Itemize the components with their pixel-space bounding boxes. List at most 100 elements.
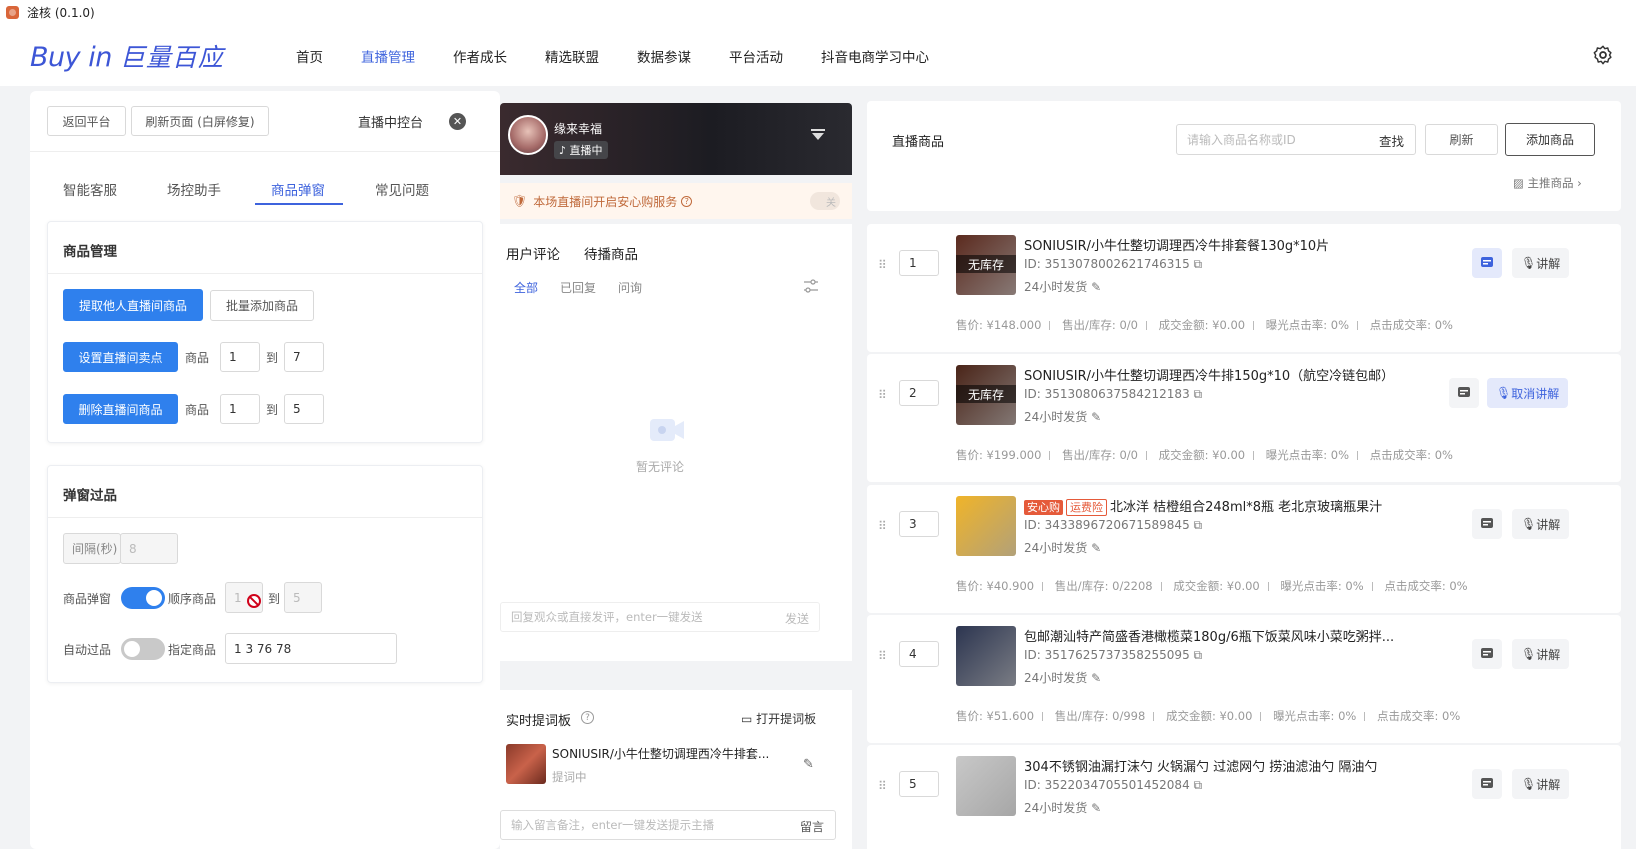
explain-button[interactable]: 🎙 讲解: [1512, 509, 1570, 539]
product-index-input[interactable]: 1: [899, 250, 939, 276]
mic-icon: 🎙: [1521, 517, 1537, 531]
help-icon[interactable]: ?: [681, 195, 693, 207]
mic-icon: 🎙: [1496, 386, 1512, 400]
product-id: ID: 3433896720671589845 ⧉: [1024, 518, 1202, 533]
dropdown-icon[interactable]: [811, 129, 825, 141]
window-title: 淦核 (0.1.0): [27, 5, 95, 20]
explain-button[interactable]: 🎙 讲解: [1512, 639, 1570, 669]
copy-icon[interactable]: ⧉: [1194, 648, 1203, 662]
open-board-button[interactable]: ▭ 打开提词板: [741, 710, 816, 727]
nav-item-alliance[interactable]: 精选联盟: [545, 46, 599, 66]
card-title: 商品管理: [63, 244, 117, 260]
mic-icon: 🎙: [1521, 647, 1537, 661]
tab-smart-service[interactable]: 智能客服: [63, 179, 117, 199]
edit-icon[interactable]: ✎: [1091, 280, 1101, 294]
cancel-explain-button[interactable]: 🎙 取消讲解: [1487, 378, 1569, 408]
search-button[interactable]: 查找: [1379, 131, 1404, 150]
edit-icon[interactable]: ✎: [1091, 801, 1101, 815]
add-product-button[interactable]: 添加商品: [1505, 123, 1595, 156]
refresh-page-button[interactable]: 刷新页面 (白屏修复): [131, 106, 269, 136]
main-products-link[interactable]: ▨ 主推商品 ›: [1513, 175, 1582, 191]
explain-label: 讲解: [1536, 256, 1561, 271]
nav-item-author-growth[interactable]: 作者成长: [453, 46, 507, 66]
tab-user-comments[interactable]: 用户评论: [506, 243, 560, 263]
product-thumbnail: [956, 756, 1016, 816]
tab-faq[interactable]: 常见问题: [375, 179, 429, 199]
seq-label: 顺序商品: [168, 592, 217, 606]
tab-field-assistant[interactable]: 场控助手: [167, 179, 221, 199]
back-platform-button[interactable]: 返回平台: [47, 106, 126, 136]
settings-gear-icon[interactable]: [1592, 44, 1614, 66]
filter-all[interactable]: 全部: [514, 279, 538, 296]
interval-input[interactable]: 8: [120, 533, 178, 564]
product-index-input[interactable]: 5: [899, 771, 939, 797]
popup-card-icon[interactable]: [1472, 248, 1502, 278]
copy-icon[interactable]: ⧉: [1194, 778, 1203, 792]
nav-item-live-manage[interactable]: 直播管理: [361, 46, 415, 66]
product-card: ⠿ 1 无库存 SONIUSIR/小牛仕整切调理西冷牛排套餐130g*10片 I…: [867, 224, 1621, 352]
batch-add-products-button[interactable]: 批量添加商品: [210, 290, 314, 321]
tab-pending-products[interactable]: 待播商品: [584, 243, 638, 263]
explain-button[interactable]: 🎙 讲解: [1512, 248, 1570, 278]
explain-label: 讲解: [1536, 517, 1561, 532]
product-index-input[interactable]: 2: [899, 380, 939, 406]
refresh-products-button[interactable]: 刷新: [1425, 124, 1498, 155]
drag-handle-icon[interactable]: ⠿: [878, 519, 887, 533]
del-from-input[interactable]: 1: [220, 394, 260, 424]
popup-card-icon[interactable]: [1472, 509, 1502, 539]
close-icon[interactable]: ✕: [449, 113, 466, 130]
popup-card-icon[interactable]: [1449, 378, 1479, 408]
seq-to-input[interactable]: 5: [284, 582, 322, 613]
edit-icon[interactable]: ✎: [1091, 671, 1101, 685]
popup-card-icon[interactable]: [1472, 769, 1502, 799]
product-name-text: SONIUSIR/小牛仕整切调理西冷牛排套餐130g*10片: [1024, 239, 1330, 254]
filter-inquiry[interactable]: 问询: [618, 279, 642, 296]
drag-handle-icon[interactable]: ⠿: [878, 258, 887, 272]
assign-products-input[interactable]: 1 3 76 78: [225, 633, 397, 664]
top-nav: Buy in 巨量百应 首页 直播管理 作者成长 精选联盟 数据参谋 平台活动 …: [0, 24, 1636, 86]
tab-product-popup[interactable]: 商品弹窗: [271, 179, 325, 199]
product-thumbnail: [956, 496, 1016, 556]
send-button[interactable]: 发送: [785, 610, 809, 627]
product-index-input[interactable]: 3: [899, 511, 939, 537]
empty-text: 暂无评论: [636, 460, 685, 474]
drag-handle-icon[interactable]: ⠿: [878, 779, 887, 793]
note-button[interactable]: 留言: [800, 818, 824, 835]
reply-input[interactable]: 回复观众或直接发评，enter一键发送: [500, 602, 820, 632]
nav-item-home[interactable]: 首页: [296, 46, 323, 66]
edit-icon[interactable]: ✎: [1091, 541, 1101, 555]
product-name: 304不锈钢油漏打沫勺 火锅漏勺 过滤网勺 捞油滤油勺 隔油勺: [1024, 756, 1377, 775]
del-to-input[interactable]: 5: [284, 394, 324, 424]
help-icon[interactable]: ?: [581, 711, 594, 724]
filter-replied[interactable]: 已回复: [560, 279, 596, 296]
edit-icon[interactable]: ✎: [1091, 410, 1101, 424]
nav-item-learning[interactable]: 抖音电商学习中心: [821, 46, 929, 66]
popup-toggle[interactable]: [121, 587, 165, 609]
copy-icon[interactable]: ⧉: [1194, 257, 1203, 271]
set-selling-points-button[interactable]: 设置直播间卖点: [63, 342, 178, 372]
product-index-input[interactable]: 4: [899, 641, 939, 667]
drag-handle-icon[interactable]: ⠿: [878, 649, 887, 663]
logo-zh: 巨量百应: [119, 43, 224, 72]
drag-handle-icon[interactable]: ⠿: [878, 388, 887, 402]
product-id-text: ID: 3513078002621746315: [1024, 257, 1190, 271]
nav-item-activity[interactable]: 平台活动: [729, 46, 783, 66]
note-input[interactable]: 输入留言备注，enter一键发送提示主播: [500, 810, 836, 840]
set-to-input[interactable]: 7: [284, 342, 324, 372]
auto-toggle[interactable]: [121, 638, 165, 660]
explain-button[interactable]: 🎙 讲解: [1512, 769, 1570, 799]
set-from-input[interactable]: 1: [220, 342, 260, 372]
delete-products-button[interactable]: 删除直播间商品: [63, 394, 178, 424]
brand-logo[interactable]: Buy in 巨量百应: [30, 38, 224, 74]
nav-item-data[interactable]: 数据参谋: [637, 46, 691, 66]
card-icon: [1481, 778, 1493, 788]
fetch-others-products-button[interactable]: 提取他人直播间商品: [63, 289, 203, 321]
console-title: 直播中控台: [358, 116, 424, 131]
copy-icon[interactable]: ⧉: [1194, 387, 1203, 401]
popup-card-icon[interactable]: [1472, 639, 1502, 669]
product-name-text: 北冰洋 桔橙组合248ml*8瓶 老北京玻璃瓶果汁: [1110, 500, 1383, 515]
copy-icon[interactable]: ⧉: [1194, 518, 1203, 532]
notice-toggle[interactable]: 关: [810, 192, 840, 210]
filter-settings-icon[interactable]: [803, 278, 819, 294]
edit-icon[interactable]: ✎: [803, 757, 814, 772]
